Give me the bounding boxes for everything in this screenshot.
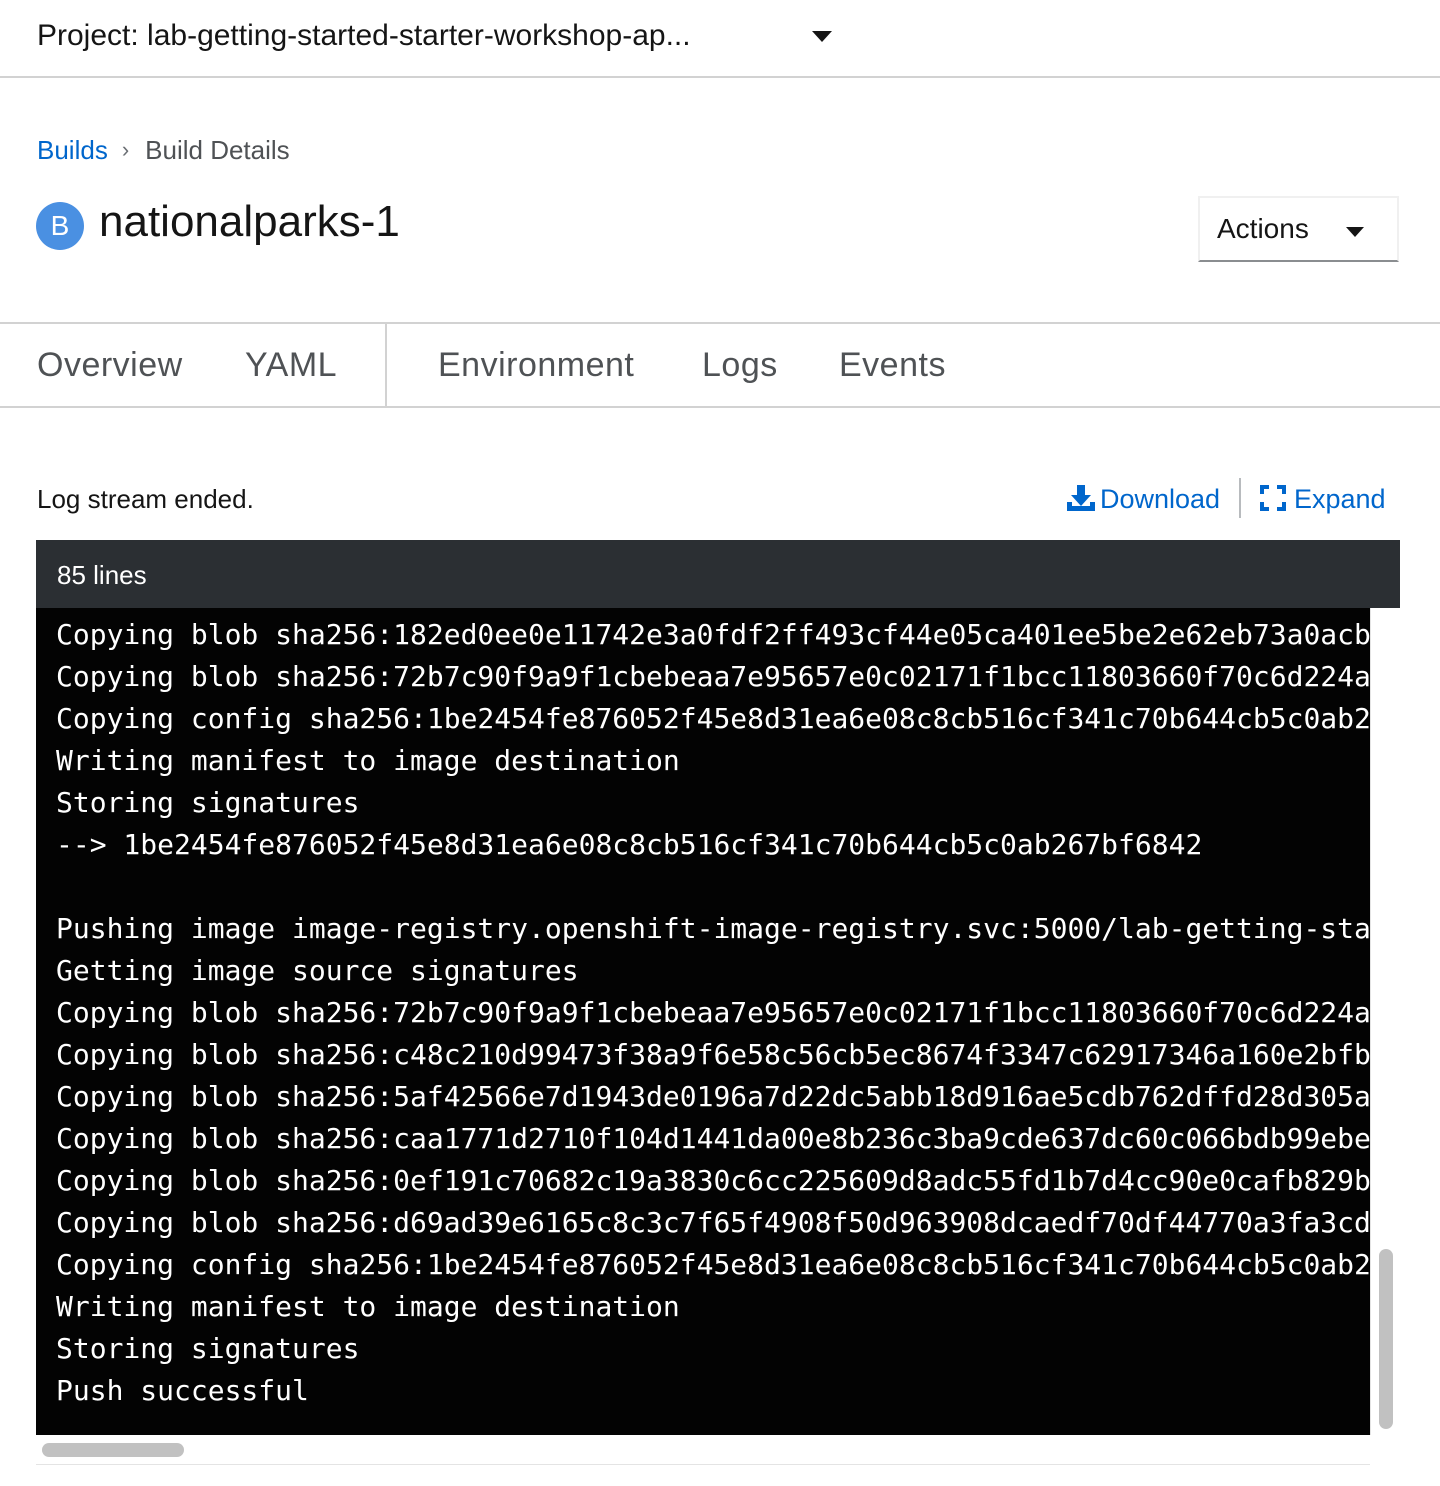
vertical-scrollbar[interactable] xyxy=(1370,608,1400,1435)
log-line: Copying blob sha256:72b7c90f9a9f1cbebeaa… xyxy=(56,660,1370,693)
log-line: Copying blob sha256:caa1771d2710f104d144… xyxy=(56,1122,1370,1155)
log-stream-status: Log stream ended. xyxy=(37,484,254,514)
tab-events[interactable]: Events xyxy=(839,342,946,388)
log-lines: Copying blob sha256:7da52d0b12a03c6cbda8… xyxy=(56,608,1370,1412)
tab-bar: Overview YAML Environment Logs Events xyxy=(0,322,1440,408)
horizontal-scrollbar[interactable] xyxy=(36,1435,1370,1465)
breadcrumb-current: Build Details xyxy=(145,135,290,165)
log-line: Copying blob sha256:182ed0ee0e11742e3a0f… xyxy=(56,618,1370,651)
log-line: Copying blob sha256:c48c210d99473f38a9f6… xyxy=(56,1038,1370,1071)
log-line: Push successful xyxy=(56,1374,309,1407)
tab-environment[interactable]: Environment xyxy=(438,342,634,388)
log-line: Copying blob sha256:5af42566e7d1943de019… xyxy=(56,1080,1370,1113)
log-line: Copying config sha256:1be2454fe876052f45… xyxy=(56,702,1370,735)
log-line: Copying config sha256:1be2454fe876052f45… xyxy=(56,1248,1370,1281)
expand-label: Expand xyxy=(1294,484,1386,514)
project-selector-label[interactable]: Project: lab-getting-started-starter-wor… xyxy=(37,16,691,56)
tab-overview[interactable]: Overview xyxy=(37,342,183,388)
log-line: Writing manifest to image destination xyxy=(56,1290,680,1323)
log-line: --> 1be2454fe876052f45e8d31ea6e08c8cb516… xyxy=(56,828,1203,861)
log-line: Storing signatures xyxy=(56,1332,360,1365)
download-label: Download xyxy=(1100,484,1221,514)
actions-label: Actions xyxy=(1217,213,1309,244)
caret-down-icon xyxy=(1346,227,1364,237)
log-output[interactable]: Copying blob sha256:7da52d0b12a03c6cbda8… xyxy=(36,608,1370,1435)
horizontal-scrollbar-thumb[interactable] xyxy=(42,1443,184,1457)
log-line: Copying blob sha256:72b7c90f9a9f1cbebeaa… xyxy=(56,996,1370,1029)
vertical-scrollbar-thumb[interactable] xyxy=(1379,1249,1393,1429)
log-header: 85 lines xyxy=(36,540,1400,608)
log-window: 85 lines Copying blob sha256:7da52d0b12a… xyxy=(36,540,1400,1465)
log-line: Copying blob sha256:d69ad39e6165c8c3c7f6… xyxy=(56,1206,1370,1239)
log-line xyxy=(56,866,1370,908)
link-separator xyxy=(1239,478,1241,518)
breadcrumb: Builds › Build Details xyxy=(37,132,290,170)
tab-yaml[interactable]: YAML xyxy=(245,342,337,388)
page-title: nationalparks-1 xyxy=(99,197,400,246)
chevron-right-icon: › xyxy=(121,137,130,162)
log-line: Copying blob sha256:0ef191c70682c19a3830… xyxy=(56,1164,1370,1197)
log-line: Storing signatures xyxy=(56,786,360,819)
project-selector-bar: Project: lab-getting-started-starter-wor… xyxy=(0,0,1440,78)
breadcrumb-link-builds[interactable]: Builds xyxy=(37,135,108,165)
actions-dropdown-button[interactable]: Actions xyxy=(1198,196,1399,262)
tab-logs[interactable]: Logs xyxy=(702,342,778,388)
log-line: Pushing image image-registry.openshift-i… xyxy=(56,912,1370,945)
log-line: Getting image source signatures xyxy=(56,954,579,987)
caret-down-icon[interactable] xyxy=(812,31,832,42)
expand-icon xyxy=(1260,485,1286,511)
log-line-count: 85 lines xyxy=(57,560,147,590)
download-icon xyxy=(1067,485,1095,511)
resource-type-badge: B xyxy=(36,202,84,250)
log-line: Writing manifest to image destination xyxy=(56,744,680,777)
tab-divider xyxy=(385,324,387,408)
